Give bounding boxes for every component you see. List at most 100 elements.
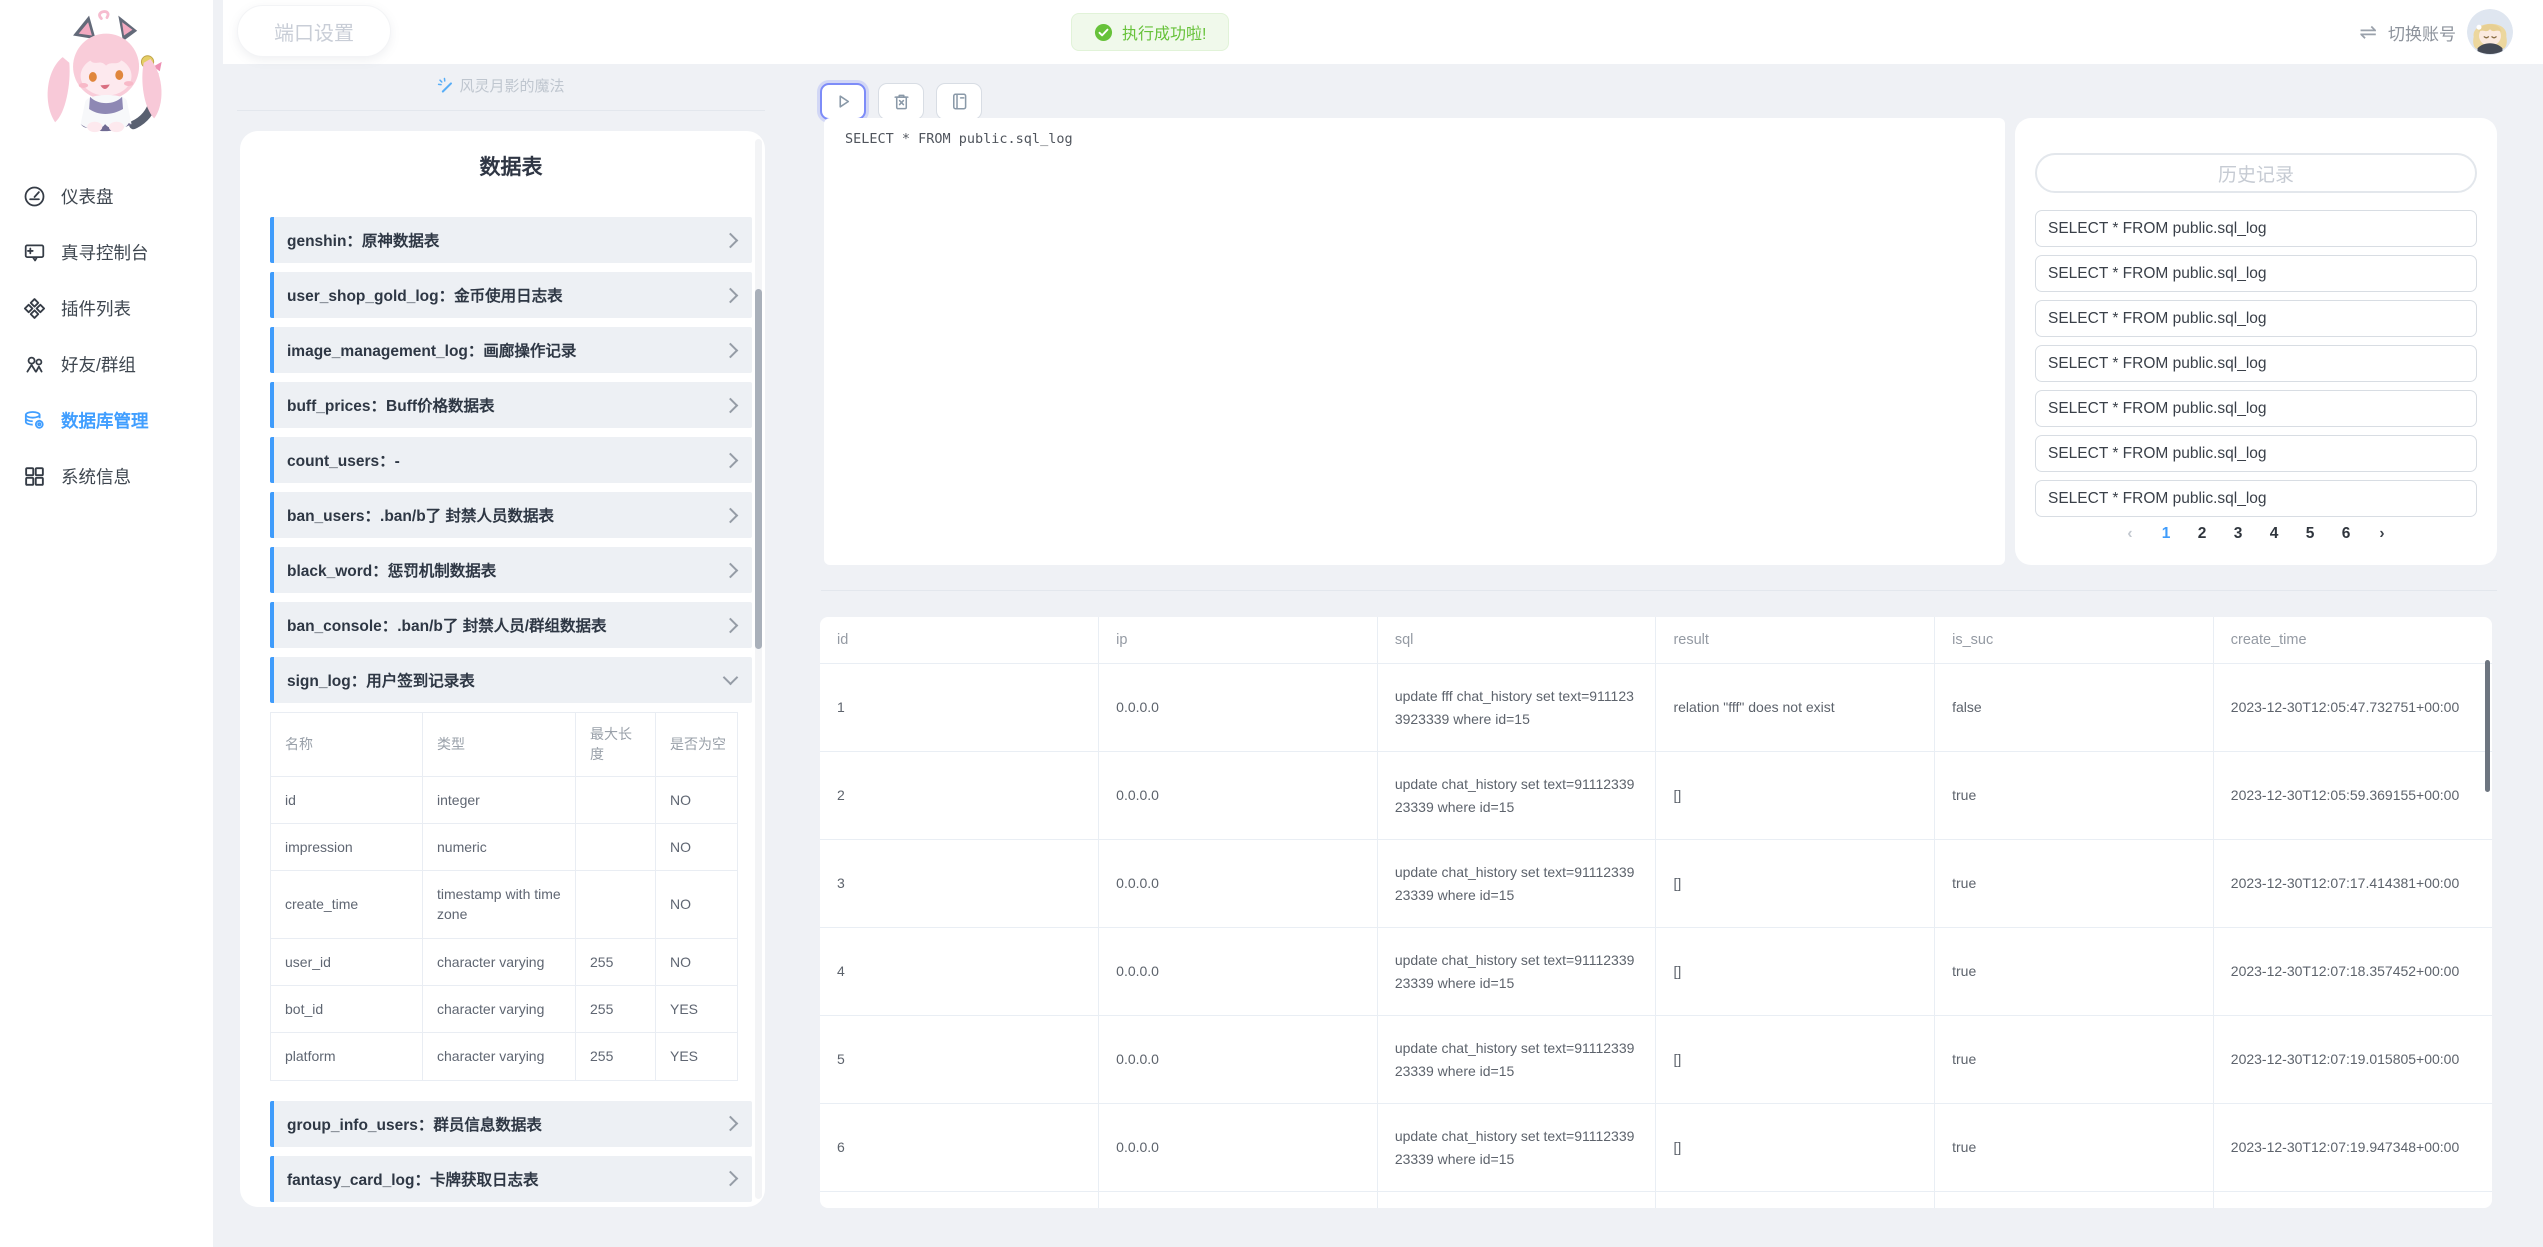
schema-cell [576, 823, 656, 870]
table-list-item[interactable]: image_management_log：画廊操作记录 [270, 327, 752, 373]
schema-cell: 255 [576, 1033, 656, 1080]
run-button[interactable] [820, 83, 866, 120]
history-item[interactable]: SELECT * FROM public.sql_log [2035, 210, 2477, 247]
sidebar-item-label: 仪表盘 [61, 184, 114, 209]
results-cell: [] [1656, 752, 1935, 840]
results-cell: 2 [820, 752, 1099, 840]
schema-cell: numeric [423, 823, 576, 870]
table-item-label: user_shop_gold_log：金币使用日志表 [287, 284, 563, 306]
table-list-item[interactable]: group_info_users：群员信息数据表 [270, 1101, 752, 1147]
journal-button[interactable] [936, 83, 982, 120]
history-item[interactable]: SELECT * FROM public.sql_log [2035, 480, 2477, 517]
tables-panel: 数据表 genshin：原神数据表 user_shop_gold_log：金币使用… [240, 131, 765, 1207]
trash-icon [891, 91, 912, 112]
schema-cell: platform [271, 1033, 423, 1080]
table-list-item[interactable]: fantasy_card_log：卡牌获取日志表 [270, 1156, 752, 1202]
sidebar: 仪表盘真寻控制台插件列表好友/群组数据库管理系统信息 [0, 0, 213, 1247]
schema-header-cell: 类型 [423, 713, 576, 777]
results-row: 10.0.0.0update fff chat_history set text… [820, 664, 2492, 752]
results-header-cell: sql [1377, 617, 1656, 664]
sidebar-item[interactable]: 数据库管理 [0, 392, 213, 448]
history-item[interactable]: SELECT * FROM public.sql_log [2035, 435, 2477, 472]
results-cell: true [1935, 752, 2214, 840]
results-cell: 0.0.0.0 [1099, 1192, 1378, 1209]
schema-cell: character varying [423, 986, 576, 1033]
results-cell: [] [1656, 840, 1935, 928]
pagination-page[interactable]: 3 [2227, 525, 2249, 543]
trash-button[interactable] [878, 83, 924, 120]
table-list-item[interactable]: count_users：- [270, 437, 752, 483]
results-cell: 2023-12-30T12:07:19.015805+00:00 [2213, 1016, 2492, 1104]
friends-icon [23, 353, 46, 376]
sidebar-item[interactable]: 插件列表 [0, 280, 213, 336]
history-item[interactable]: SELECT * FROM public.sql_log [2035, 390, 2477, 427]
results-cell: 2023-12-30T12:05:59.369155+00:00 [2213, 752, 2492, 840]
pagination-page[interactable]: 6 [2335, 525, 2357, 543]
switch-account-button[interactable]: ⇌ 切换账号 [2359, 0, 2513, 64]
results-row: 60.0.0.0update chat_history set text=911… [820, 1104, 2492, 1192]
pagination-page[interactable]: 4 [2263, 525, 2285, 543]
user-avatar[interactable] [2467, 9, 2513, 55]
tables-panel-title: 数据表 [270, 151, 752, 181]
system-grid-icon [23, 465, 46, 488]
results-body: 10.0.0.0update fff chat_history set text… [820, 664, 2492, 1209]
results-header-cell: create_time [2213, 617, 2492, 664]
table-list-item[interactable]: sign_log：用户签到记录表 [270, 657, 752, 703]
results-cell: update chat_history set text=91112339233… [1377, 1104, 1656, 1192]
history-panel: 历史记录 SELECT * FROM public.sql_logSELECT … [2015, 118, 2497, 565]
table-item-label: ban_console：.ban/b了 封禁人员/群组数据表 [287, 614, 607, 636]
schema-cell: NO [656, 823, 738, 870]
sidebar-item[interactable]: 好友/群组 [0, 336, 213, 392]
sidebar-item-label: 系统信息 [61, 464, 131, 489]
tables-scrollbar-thumb[interactable] [755, 289, 762, 649]
results-cell: 0.0.0.0 [1099, 664, 1378, 752]
sidebar-item[interactable]: 仪表盘 [0, 168, 213, 224]
chevron-down-icon [723, 670, 739, 686]
table-list-item[interactable]: ban_users：.ban/b了 封禁人员数据表 [270, 492, 752, 538]
schema-cell: character varying [423, 1033, 576, 1080]
table-list-item[interactable]: black_word：惩罚机制数据表 [270, 547, 752, 593]
schema-header-cell: 最大长度 [576, 713, 656, 777]
history-list: SELECT * FROM public.sql_log SELECT * FRO… [2035, 210, 2477, 517]
pagination-page[interactable]: 2 [2191, 525, 2213, 543]
gauge-icon [23, 185, 46, 208]
table-list-item[interactable]: ban_console：.ban/b了 封禁人员/群组数据表 [270, 602, 752, 648]
results-cell: true [1935, 1192, 2214, 1209]
schema-cell: id [271, 776, 423, 823]
results-cell: 0.0.0.0 [1099, 1016, 1378, 1104]
switch-account-label: 切换账号 [2388, 20, 2456, 45]
sidebar-item[interactable]: 真寻控制台 [0, 224, 213, 280]
history-item[interactable]: SELECT * FROM public.sql_log [2035, 300, 2477, 337]
results-cell: update chat_history set text=91112339233… [1377, 1016, 1656, 1104]
sql-editor[interactable]: SELECT * FROM public.sql_log [824, 118, 2005, 565]
results-cell: [] [1656, 1104, 1935, 1192]
table-item-label: ban_users：.ban/b了 封禁人员数据表 [287, 504, 554, 526]
pagination-next[interactable]: › [2371, 525, 2393, 543]
table-list-item[interactable]: user_shop_gold_log：金币使用日志表 [270, 272, 752, 318]
table-list-item[interactable]: buff_prices：Buff价格数据表 [270, 382, 752, 428]
results-cell: 6 [820, 1104, 1099, 1192]
table-schema: 名称类型最大长度是否为空idintegerNOimpressionnumeric… [270, 712, 738, 1081]
results-row: 20.0.0.0update chat_history set text=911… [820, 752, 2492, 840]
schema-row: user_idcharacter varying255NO [271, 938, 738, 985]
tables-scrollbar[interactable] [755, 139, 762, 1199]
results-cell: update chat_history set text=91112339233… [1377, 840, 1656, 928]
port-settings-button[interactable]: 端口设置 [237, 5, 391, 57]
results-scrollbar-thumb[interactable] [2485, 660, 2490, 792]
history-item[interactable]: SELECT * FROM public.sql_log [2035, 255, 2477, 292]
history-item[interactable]: SELECT * FROM public.sql_log [2035, 345, 2477, 382]
pagination-prev[interactable]: ‹ [2119, 525, 2141, 543]
database-icon [23, 409, 46, 432]
sidebar-item[interactable]: 系统信息 [0, 448, 213, 504]
schema-row: bot_idcharacter varying255YES [271, 986, 738, 1033]
table-item-label: count_users：- [287, 449, 400, 471]
table-item-label: black_word：惩罚机制数据表 [287, 559, 496, 581]
table-list-item[interactable]: genshin：原神数据表 [270, 217, 752, 263]
results-cell: true [1935, 840, 2214, 928]
pagination-page[interactable]: 5 [2299, 525, 2321, 543]
results-cell: 7 [820, 1192, 1099, 1209]
pagination-page[interactable]: 1 [2155, 525, 2177, 543]
results-cell: 2023-12-30T12:07:21.051414+00:00 [2213, 1192, 2492, 1209]
magic-wand-icon [437, 77, 454, 94]
schema-cell: character varying [423, 938, 576, 985]
